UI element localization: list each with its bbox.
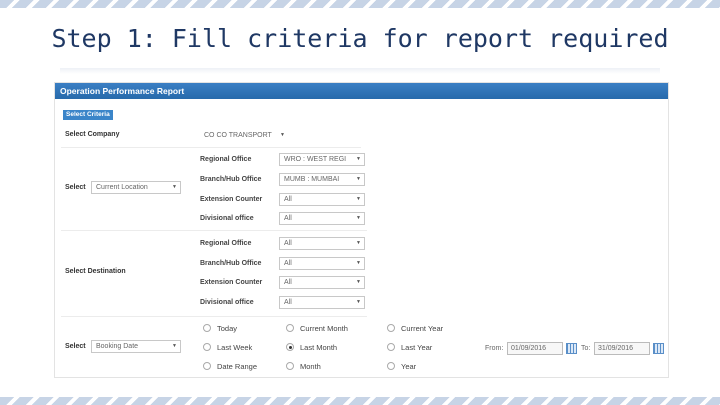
radio-label: Current Year	[401, 324, 444, 333]
location-type-value: Current Location	[96, 184, 148, 191]
bottom-decorative-stripes	[0, 397, 720, 405]
divider	[61, 316, 367, 317]
radio-label: Today	[217, 324, 238, 333]
origin-branch-label: Branch/Hub Office	[200, 176, 262, 183]
origin-regional-office-select[interactable]: WRO : WEST REGI ▼	[279, 153, 365, 166]
select-date-label: Select	[65, 343, 86, 350]
chevron-down-icon: ▼	[356, 260, 361, 266]
dest-extension-select[interactable]: All ▼	[279, 276, 365, 289]
radio-circle[interactable]	[203, 343, 211, 352]
dest-regional-office-label: Regional Office	[200, 240, 252, 247]
chevron-down-icon: ▼	[172, 184, 177, 190]
origin-regional-office-label: Regional Office	[200, 156, 252, 163]
title-underline	[60, 68, 660, 74]
divider	[61, 147, 361, 148]
origin-extension-select[interactable]: All ▼	[279, 193, 365, 206]
chevron-down-icon: ▼	[356, 215, 361, 221]
origin-extension-value: All	[284, 196, 292, 203]
report-panel: Operation Performance Report Select Crit…	[54, 82, 669, 378]
select-criteria-tag: Select Criteria	[63, 110, 113, 120]
chevron-down-icon: ▼	[356, 196, 361, 202]
divider	[61, 230, 367, 231]
chevron-down-icon: ▼	[356, 156, 361, 162]
date-type-value: Booking Date	[96, 343, 139, 350]
chevron-down-icon: ▼	[172, 343, 177, 349]
dest-regional-office-select[interactable]: All ▼	[279, 237, 365, 250]
select-location-label: Select	[65, 184, 86, 191]
radio-label: Year	[401, 362, 417, 371]
chevron-down-icon: ▼	[356, 240, 361, 246]
to-date-input[interactable]: 31/09/2016	[594, 342, 650, 355]
dest-divisional-select[interactable]: All ▼	[279, 296, 365, 309]
chevron-down-icon: ▼	[356, 176, 361, 182]
company-select[interactable]: CO CO TRANSPORT ▼	[199, 129, 289, 142]
radio-last-week[interactable]: Last Week	[203, 343, 252, 353]
origin-divisional-label: Divisional office	[200, 215, 254, 222]
radio-current-year[interactable]: Current Year	[387, 324, 443, 334]
from-date-input[interactable]: 01/09/2016	[507, 342, 563, 355]
origin-branch-select[interactable]: MUMB : MUMBAI ▼	[279, 173, 365, 186]
dest-branch-select[interactable]: All ▼	[279, 257, 365, 270]
radio-circle[interactable]	[286, 362, 294, 371]
radio-circle-selected[interactable]	[286, 343, 294, 352]
radio-month[interactable]: Month	[286, 362, 321, 372]
dest-regional-office-value: All	[284, 240, 292, 247]
to-label: To:	[581, 345, 591, 352]
radio-current-month[interactable]: Current Month	[286, 324, 348, 334]
dest-extension-label: Extension Counter	[200, 279, 263, 286]
origin-divisional-select[interactable]: All ▼	[279, 212, 365, 225]
radio-circle[interactable]	[387, 324, 395, 333]
from-label: From:	[485, 345, 504, 352]
radio-circle[interactable]	[387, 343, 395, 352]
chevron-down-icon: ▼	[280, 132, 285, 138]
origin-divisional-value: All	[284, 215, 292, 222]
report-header: Operation Performance Report	[55, 83, 668, 99]
select-company-label: Select Company	[65, 131, 120, 138]
radio-circle[interactable]	[387, 362, 395, 371]
location-type-select[interactable]: Current Location ▼	[91, 181, 181, 194]
dest-extension-value: All	[284, 279, 292, 286]
date-type-select[interactable]: Booking Date ▼	[91, 340, 181, 353]
radio-circle[interactable]	[286, 324, 294, 333]
radio-label: Date Range	[217, 362, 258, 371]
company-select-value: CO CO TRANSPORT	[204, 132, 272, 139]
chevron-down-icon: ▼	[356, 299, 361, 305]
top-decorative-stripes	[0, 0, 720, 8]
radio-circle[interactable]	[203, 362, 211, 371]
radio-last-year[interactable]: Last Year	[387, 343, 432, 353]
dest-branch-value: All	[284, 260, 292, 267]
radio-label: Last Month	[300, 343, 338, 352]
radio-label: Month	[300, 362, 321, 371]
radio-label: Last Week	[217, 343, 253, 352]
radio-today[interactable]: Today	[203, 324, 237, 334]
radio-last-month[interactable]: Last Month	[286, 343, 337, 353]
slide-title: Step 1: Fill criteria for report require…	[51, 24, 669, 53]
dest-branch-label: Branch/Hub Office	[200, 260, 262, 267]
radio-label: Current Month	[300, 324, 348, 333]
dest-divisional-value: All	[284, 299, 292, 306]
radio-date-range[interactable]: Date Range	[203, 362, 257, 372]
origin-extension-label: Extension Counter	[200, 196, 263, 203]
radio-year[interactable]: Year	[387, 362, 416, 372]
select-destination-label: Select Destination	[65, 268, 126, 275]
origin-regional-office-value: WRO : WEST REGI	[284, 156, 347, 163]
radio-label: Last Year	[401, 343, 433, 352]
calendar-icon[interactable]	[653, 343, 664, 354]
dest-divisional-label: Divisional office	[200, 299, 254, 306]
origin-branch-value: MUMB : MUMBAI	[284, 176, 340, 183]
calendar-icon[interactable]	[566, 343, 577, 354]
radio-circle[interactable]	[203, 324, 211, 333]
chevron-down-icon: ▼	[356, 279, 361, 285]
